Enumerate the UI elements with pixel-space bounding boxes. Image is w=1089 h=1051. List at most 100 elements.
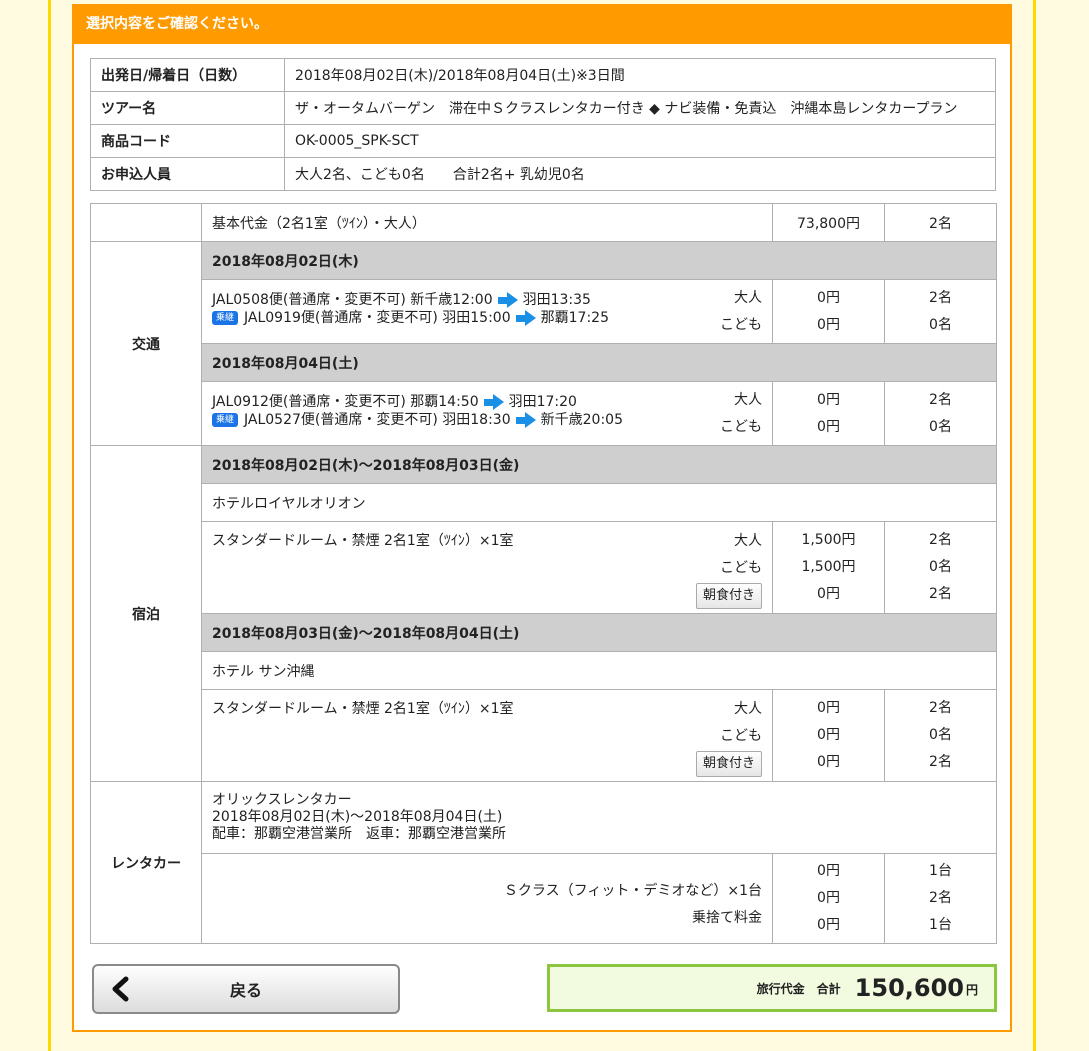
adult-count: 2名 [929,532,952,548]
hotel-date: 2018年08月03日(金)〜2018年08月04日(土) [201,613,997,652]
car-amount: 0円 [817,863,840,879]
room-amounts: 0円 0円 0円 [772,689,885,782]
transport-date-row: 2018年08月04日(土) [91,343,997,382]
breakfast-button[interactable]: 朝食付き [695,751,762,777]
hotel-date-row: 宿泊 2018年08月02日(木)〜2018年08月03日(金) [90,445,997,782]
adult-amount: 0円 [817,289,840,306]
transport-date: 2018年08月02日(木) [201,241,997,280]
child-count: 0名 [929,316,952,333]
base-price-count: 2名 [884,203,997,242]
total-price-box: 旅行代金 合計 150,600 円 [547,964,997,1012]
rental-car-row: Ｓクラス（フィット・デミオなど）×1台 乗捨て料金 0円 0円 0円 1台 2名… [91,853,997,944]
transport-section-label: 交通 [90,241,202,446]
child-label: こども [720,560,762,576]
car-cell: Ｓクラス（フィット・デミオなど）×1台 乗捨て料金 [201,853,773,944]
chevron-left-icon [112,976,129,1002]
flight-info: JAL0508便(普通席・変更不可) 新千歳12:00 [212,291,493,308]
child-count: 0名 [929,727,952,743]
summary-value: 2018年08月02日(木)/2018年08月04日(土)※3日間 [284,58,996,92]
car-amount: 0円 [817,890,840,906]
price-detail-table: 基本代金（2名1室（ﾂｲﾝ）・大人） 73,800円 2名 交通 2018年08… [90,203,997,944]
flight-cell: JAL0912便(普通席・変更不可) 那覇14:50 羽田17:20 乗継 JA… [201,381,773,446]
flight-amounts: 0円 0円 [772,279,885,344]
flight-destination: 新千歳20:05 [540,411,623,428]
confirmation-panel: 選択内容をご確認ください。 出発日/帰着日（日数） 2018年08月02日(木)… [72,4,1012,1032]
child-amount: 1,500円 [801,559,856,575]
car-count: 1台 [929,917,952,933]
car-count: 1台 [929,863,952,879]
flight-info: JAL0527便(普通席・変更不可) 羽田18:30 [244,411,511,428]
hotel-section-label: 宿泊 [90,445,202,782]
child-count: 0名 [929,418,952,435]
summary-row: お申込人員 大人2名、こども0名 合計2名+ 乳幼児0名 [90,157,996,191]
child-label: こども [720,418,762,435]
base-price-label: 基本代金（2名1室（ﾂｲﾝ）・大人） [201,203,773,242]
child-label: こども [720,316,762,333]
room-counts: 2名 0名 2名 [884,521,997,614]
rental-info: オリックスレンタカー 2018年08月02日(木)〜2018年08月04日(土)… [201,781,997,854]
flight-leg: JAL0912便(普通席・変更不可) 那覇14:50 羽田17:20 [212,393,623,411]
child-amount: 0円 [817,418,840,435]
adult-count: 2名 [929,391,952,408]
summary-row: 商品コード OK-0005_SPK-SCT [90,124,996,158]
meal-amount: 0円 [817,754,840,770]
flight-info: JAL0912便(普通席・変更不可) 那覇14:50 [212,393,479,410]
summary-value: ザ・オータムバーゲン 滞在中Ｓクラスレンタカー付き ◆ ナビ装備・免責込 沖縄本… [284,91,996,125]
flight-amounts: 0円 0円 [772,381,885,446]
room-cell: スタンダードルーム・禁煙 2名1室（ﾂｲﾝ）×1室 大人 こども 朝食付き [201,521,773,614]
adult-label: 大人 [734,391,762,408]
summary-label: 出発日/帰着日（日数） [90,58,285,92]
arrow-right-icon [515,309,536,326]
meal-count: 2名 [929,754,952,770]
room-counts: 2名 0名 2名 [884,689,997,782]
rental-pickup: 配車：那覇空港営業所 返車：那覇空港営業所 [212,826,506,842]
total-label: 旅行代金 合計 [756,981,841,996]
transport-date: 2018年08月04日(土) [201,343,997,382]
flight-leg: 乗継 JAL0527便(普通席・変更不可) 羽田18:30 新千歳20:05 [212,411,623,429]
child-count: 0名 [929,559,952,575]
summary-value: 大人2名、こども0名 合計2名+ 乳幼児0名 [284,157,996,191]
arrow-right-icon [515,411,536,428]
back-button[interactable]: 戻る [92,964,400,1014]
car-count: 2名 [929,890,952,906]
adult-amount: 1,500円 [801,532,856,548]
hotel-name: ホテルロイヤルオリオン [201,483,997,522]
hotel-room-row: スタンダードルーム・禁煙 2名1室（ﾂｲﾝ）×1室 大人 こども 朝食付き 1,… [91,521,997,614]
adult-count: 2名 [929,289,952,306]
flight-row: JAL0508便(普通席・変更不可) 新千歳12:00 羽田13:35 乗継 J… [91,279,997,344]
summary-value: OK-0005_SPK-SCT [284,124,996,158]
car-amount: 0円 [817,917,840,933]
base-price-row: 基本代金（2名1室（ﾂｲﾝ）・大人） 73,800円 2名 [90,203,997,242]
car-amounts: 0円 0円 0円 [772,853,885,944]
dropoff-fee-label: 乗捨て料金 [692,909,762,926]
adult-label: 大人 [734,533,762,549]
hotel-date-row: 2018年08月03日(金)〜2018年08月04日(土) [91,613,997,652]
adult-label: 大人 [734,289,762,306]
meal-amount: 0円 [817,586,840,602]
total-yen: 円 [965,983,978,997]
room-cell: スタンダードルーム・禁煙 2名1室（ﾂｲﾝ）×1室 大人 こども 朝食付き [201,689,773,782]
total-amount: 150,600 [854,974,964,1002]
adult-label: 大人 [734,701,762,717]
summary-row: 出発日/帰着日（日数） 2018年08月02日(木)/2018年08月04日(土… [90,58,996,92]
rental-company: オリックスレンタカー [212,792,352,808]
transport-date-row: 交通 2018年08月02日(木) [90,241,997,446]
transfer-badge: 乗継 [212,310,239,325]
breakfast-button[interactable]: 朝食付き [695,583,762,609]
room-name: スタンダードルーム・禁煙 2名1室（ﾂｲﾝ）×1室 [212,701,514,717]
rental-period: 2018年08月02日(木)〜2018年08月04日(土) [212,809,503,825]
child-amount: 0円 [817,316,840,333]
hotel-date: 2018年08月02日(木)〜2018年08月03日(金) [201,445,997,484]
room-name: スタンダードルーム・禁煙 2名1室（ﾂｲﾝ）×1室 [212,533,514,549]
child-label: こども [720,728,762,744]
car-class: Ｓクラス（フィット・デミオなど）×1台 [503,882,762,899]
flight-counts: 2名 0名 [884,381,997,446]
rental-info-row: レンタカー オリックスレンタカー 2018年08月02日(木)〜2018年08月… [90,781,997,944]
car-counts: 1台 2名 1台 [884,853,997,944]
adult-amount: 0円 [817,391,840,408]
rental-section-label: レンタカー [90,781,202,944]
hotel-room-row: スタンダードルーム・禁煙 2名1室（ﾂｲﾝ）×1室 大人 こども 朝食付き 0円… [91,689,997,782]
flight-counts: 2名 0名 [884,279,997,344]
adult-count: 2名 [929,700,952,716]
flight-destination: 羽田17:20 [508,393,577,410]
